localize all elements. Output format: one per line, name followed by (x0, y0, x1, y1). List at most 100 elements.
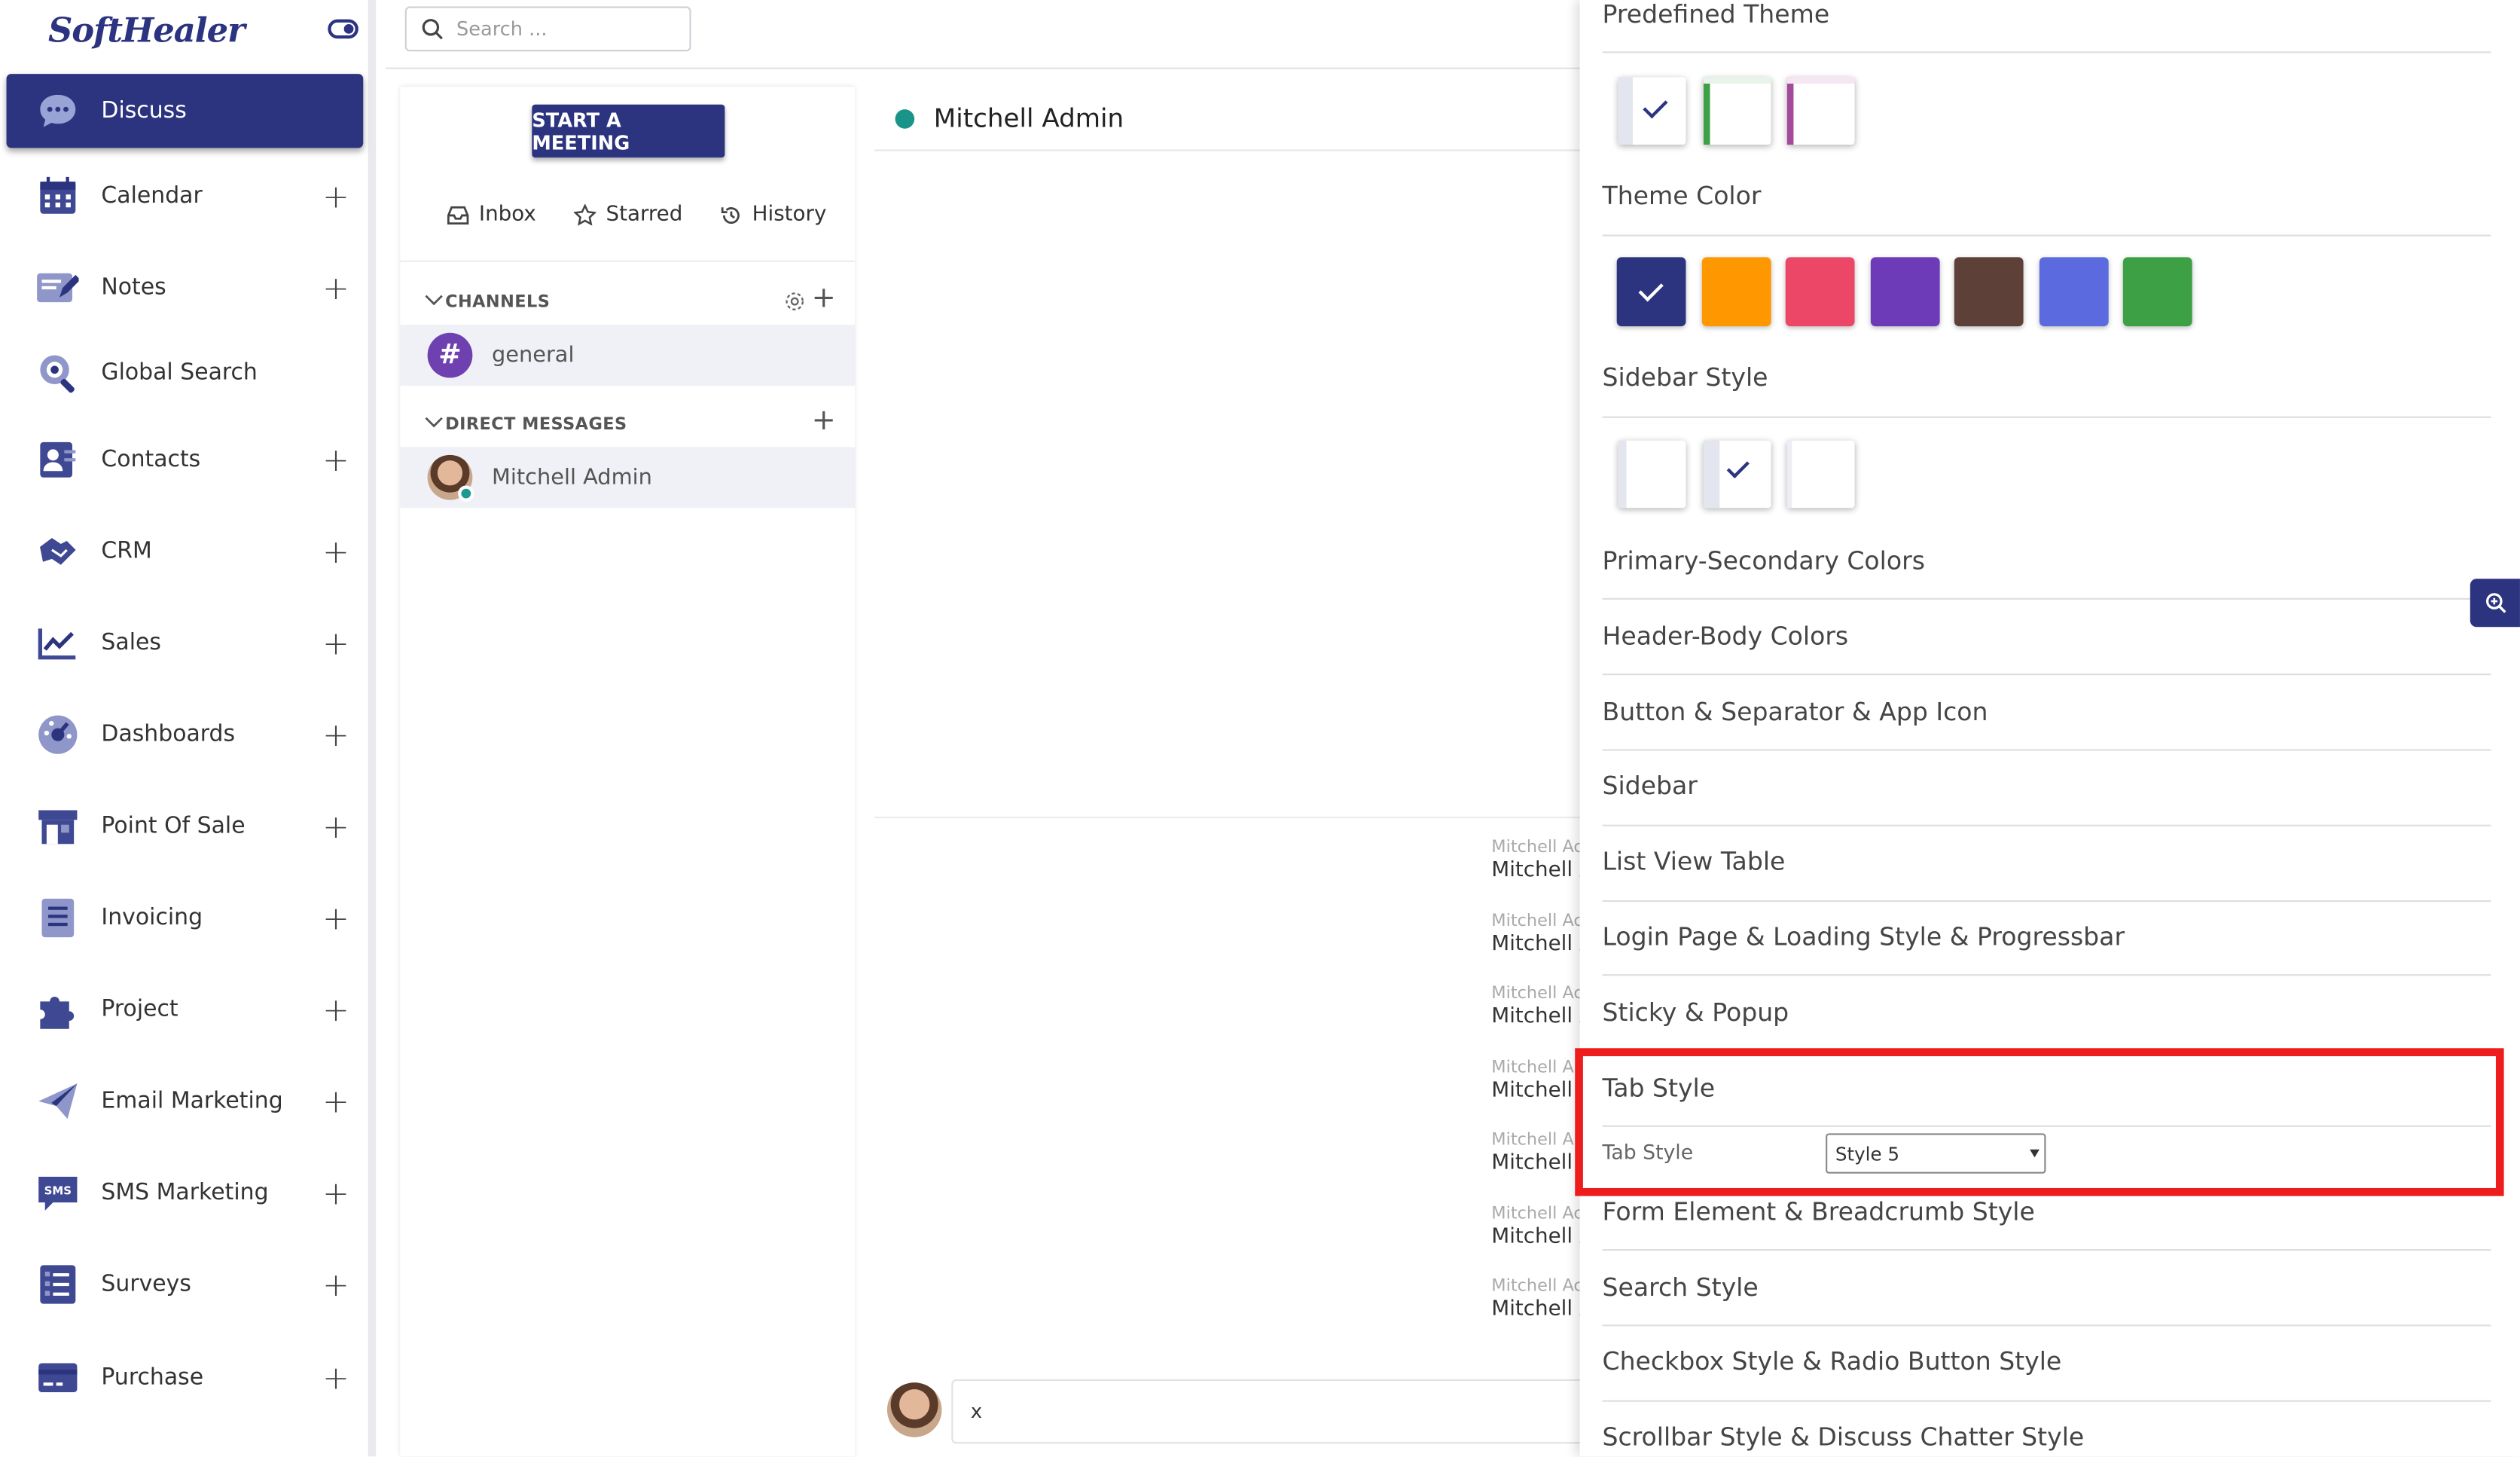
add-notes-button[interactable]: + (319, 268, 354, 307)
sidebar-item-contacts[interactable]: Contacts + (7, 423, 364, 496)
sidebar-item-label: Surveys (101, 1271, 191, 1298)
sidebar-item-dashboards[interactable]: Dashboards + (7, 698, 364, 771)
theme-color-swatch-5[interactable] (1954, 257, 2024, 327)
sidebar-item-email-marketing[interactable]: Email Marketing + (7, 1064, 364, 1138)
sidebar-item-label: SMS Marketing (101, 1180, 269, 1206)
add-channel-button[interactable]: + (812, 281, 836, 315)
sidebar-item-notes[interactable]: Notes + (7, 251, 364, 325)
sidebar-item-calendar[interactable]: Calendar + (7, 159, 364, 233)
sidebar-item-sms-marketing[interactable]: SMS SMS Marketing + (7, 1156, 364, 1229)
sidebar-item-label: Global Search (101, 359, 258, 386)
add-sms-marketing-button[interactable]: + (319, 1174, 354, 1212)
handshake-icon (37, 530, 78, 572)
predefined-theme-option-3[interactable] (1786, 77, 1855, 145)
survey-checklist-icon (37, 1263, 78, 1305)
add-crm-button[interactable]: + (319, 532, 354, 570)
section-divider (1602, 674, 2491, 676)
section-heading[interactable]: Sticky & Popup (1602, 998, 2491, 1027)
sidebar-style-option-1[interactable] (1618, 440, 1686, 509)
predefined-theme-heading[interactable]: Predefined Theme (1602, 0, 2491, 29)
sidebar-item-project[interactable]: Project + (7, 973, 364, 1046)
sidebar-item-crm[interactable]: CRM + (7, 515, 364, 588)
discuss-icon (37, 90, 78, 131)
message: Mitchell A Mitchell (1491, 1130, 1588, 1175)
sidebar-item-label: Purchase (101, 1364, 204, 1391)
message-author: Mitchell Ac (1491, 911, 1583, 931)
theme-color-heading[interactable]: Theme Color (1602, 182, 2491, 210)
header-divider (386, 67, 1591, 69)
add-invoicing-button[interactable]: + (319, 899, 354, 937)
puzzle-icon (37, 988, 78, 1030)
section-heading[interactable]: Header-Body Colors (1602, 622, 2491, 651)
gear-icon[interactable] (784, 291, 805, 312)
section-heading[interactable]: Search Style (1602, 1273, 2491, 1302)
discuss-sidebar: START A MEETING Inbox Starred History CH… (400, 87, 856, 1457)
section-heading[interactable]: Form Element & Breadcrumb Style (1602, 1198, 2491, 1226)
channels-title[interactable]: CHANNELS (445, 292, 550, 312)
section-divider (1602, 416, 2491, 418)
section-divider (1602, 1324, 2491, 1327)
online-status-icon (458, 485, 474, 502)
sidebar-item-label: Invoicing (101, 905, 203, 931)
predefined-theme-option-1[interactable] (1618, 77, 1686, 145)
channel-label: general (491, 342, 575, 368)
section-heading[interactable]: Scrollbar Style & Discuss Chatter Style (1602, 1423, 2491, 1452)
mailbox-history[interactable]: History (720, 203, 826, 227)
theme-color-swatch-2[interactable] (1701, 257, 1771, 327)
sidebar-item-global-search[interactable]: Global Search (7, 336, 364, 410)
predefined-theme-option-2[interactable] (1703, 77, 1771, 145)
chevron-down-icon[interactable] (424, 417, 444, 429)
sidebar-item-point-of-sale[interactable]: Point Of Sale + (7, 790, 364, 863)
add-project-button[interactable]: + (319, 990, 354, 1028)
add-calendar-button[interactable]: + (319, 177, 354, 215)
dm-item-mitchell-admin[interactable]: Mitchell Admin (400, 447, 856, 509)
add-dashboards-button[interactable]: + (319, 716, 354, 754)
start-meeting-button[interactable]: START A MEETING (532, 104, 725, 158)
section-heading[interactable]: List View Table (1602, 848, 2491, 876)
app-logo[interactable]: SoftHealer (48, 10, 246, 50)
theme-color-swatch-6[interactable] (2039, 257, 2109, 327)
add-email-marketing-button[interactable]: + (319, 1082, 354, 1120)
check-icon (1643, 93, 1668, 119)
theme-color-swatch-3[interactable] (1785, 257, 1855, 327)
search-input[interactable]: Search ... (404, 6, 691, 52)
sidebar-style-option-3[interactable] (1786, 440, 1855, 509)
sidebar-toggle-icon[interactable] (328, 19, 358, 39)
sidebar-item-sales[interactable]: Sales + (7, 606, 364, 680)
sidebar-style-heading[interactable]: Sidebar Style (1602, 363, 2491, 392)
search-placeholder: Search ... (456, 17, 548, 41)
sidebar-item-purchase[interactable]: Purchase + (7, 1341, 364, 1415)
section-heading[interactable]: Primary-Secondary Colors (1602, 547, 2491, 576)
message: Mitchell Ac Mitchell A (1491, 984, 1588, 1029)
add-surveys-button[interactable]: + (319, 1265, 354, 1303)
add-point-of-sale-button[interactable]: + (319, 807, 354, 845)
sidebar-item-discuss[interactable]: Discuss (6, 74, 364, 148)
add-sales-button[interactable]: + (319, 624, 354, 662)
svg-text:SMS: SMS (44, 1184, 72, 1197)
section-heading[interactable]: Sidebar (1602, 771, 2491, 800)
theme-color-swatch-1[interactable] (1616, 257, 1686, 327)
theme-preview-header (1703, 77, 1771, 84)
channel-item-general[interactable]: # general (400, 325, 856, 386)
zoom-button[interactable] (2470, 579, 2520, 628)
mailbox-inbox[interactable]: Inbox (447, 203, 536, 227)
direct-messages-title[interactable]: DIRECT MESSAGES (445, 415, 627, 435)
sidebar-style-option-2[interactable] (1703, 440, 1771, 509)
section-divider (1602, 1400, 2491, 1402)
theme-color-swatch-7[interactable] (2122, 257, 2192, 327)
message-composer-input[interactable]: x (951, 1379, 1594, 1444)
add-purchase-button[interactable]: + (319, 1358, 354, 1397)
calendar-icon (37, 176, 78, 217)
section-heading[interactable]: Login Page & Loading Style & Progressbar (1602, 923, 2491, 951)
chevron-down-icon[interactable] (424, 295, 444, 307)
add-direct-message-button[interactable]: + (812, 404, 836, 438)
section-heading[interactable]: Checkbox Style & Radio Button Style (1602, 1347, 2491, 1376)
sidebar-item-invoicing[interactable]: Invoicing + (7, 881, 364, 955)
sidebar-style-preview (1618, 440, 1627, 509)
add-contacts-button[interactable]: + (319, 441, 354, 479)
section-heading[interactable]: Button & Separator & App Icon (1602, 698, 2491, 726)
mailbox-starred[interactable]: Starred (573, 203, 682, 227)
sidebar-item-surveys[interactable]: Surveys + (7, 1248, 364, 1321)
theme-preview-header (1786, 77, 1855, 84)
theme-color-swatch-4[interactable] (1870, 257, 1940, 327)
